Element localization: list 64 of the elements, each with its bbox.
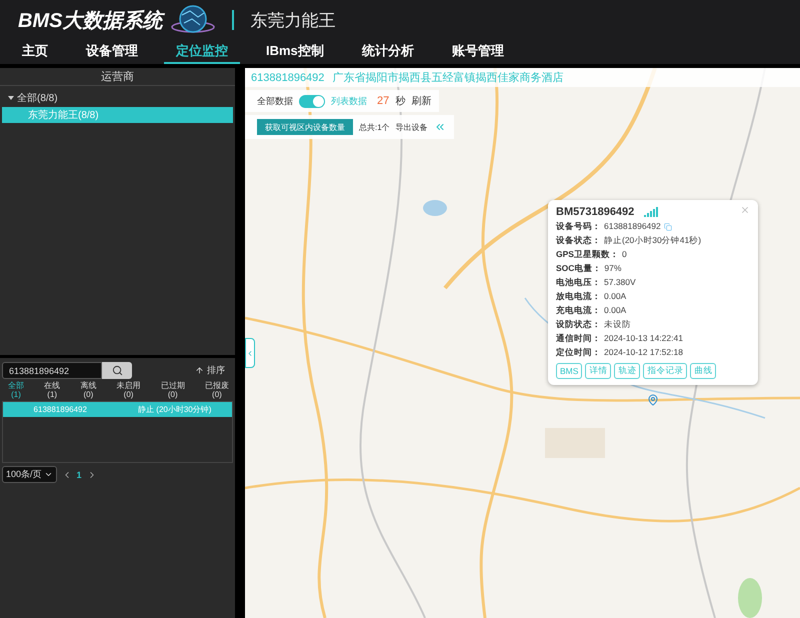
- data-toggle[interactable]: [299, 94, 325, 108]
- search-icon: [112, 365, 122, 376]
- nav-tab[interactable]: 账号管理: [440, 40, 516, 64]
- search-field[interactable]: 613881896492: [2, 362, 102, 379]
- status-filter[interactable]: 在线 (1): [44, 381, 60, 399]
- company-name: 东莞力能王: [250, 10, 336, 32]
- chevron-down-icon: [44, 470, 53, 479]
- field-label: SOC电量：: [556, 263, 602, 274]
- field-label: 充电电流：: [556, 305, 601, 316]
- field-value: 0: [622, 249, 627, 260]
- status-filter[interactable]: 未启用 (0): [116, 381, 141, 399]
- nav-tab[interactable]: 定位监控: [164, 40, 240, 64]
- nav-tab[interactable]: 设备管理: [74, 40, 150, 64]
- collapse-handle[interactable]: [245, 338, 255, 368]
- countdown: 27: [377, 95, 390, 107]
- chevron-left-icon: [246, 348, 254, 358]
- field-value: 未设防: [604, 319, 631, 330]
- field-value: 613881896492: [604, 221, 661, 232]
- field-value: 0.00A: [604, 305, 626, 316]
- field-label: 定位时间：: [556, 347, 601, 358]
- refresh-link[interactable]: 刷新: [411, 94, 432, 108]
- signal-icon: [644, 207, 658, 217]
- device-address: 广东省揭阳市揭西县五经富镇揭西佳家商务酒店: [332, 70, 564, 85]
- location-pin-icon[interactable]: [647, 394, 659, 406]
- field-label: 设防状态：: [556, 319, 601, 330]
- arrow-up-icon: [195, 366, 204, 375]
- total-count: 总共:1个: [359, 122, 390, 132]
- status-filter[interactable]: 已过期 (0): [160, 381, 185, 399]
- collapse-icon[interactable]: [434, 121, 446, 133]
- nav-tab[interactable]: 统计分析: [350, 40, 426, 64]
- panel-title: 运营商: [0, 68, 235, 86]
- field-value: 97%: [604, 263, 622, 274]
- status-filter[interactable]: 离线 (0): [80, 381, 96, 399]
- page-size-select[interactable]: 100条/页: [2, 466, 57, 483]
- close-button[interactable]: [740, 205, 750, 215]
- countdown-unit: 秒: [395, 94, 406, 108]
- nav-tab[interactable]: 主页: [10, 40, 60, 64]
- device-number: 613881896492: [251, 72, 324, 84]
- field-value: 静止(20小时30分钟41秒): [604, 235, 702, 246]
- field-value: 2024-10-13 14:22:41: [604, 333, 683, 344]
- page-number[interactable]: 1: [76, 470, 82, 480]
- field-label: 设备状态：: [556, 235, 601, 246]
- popup-title: BM5731896492: [556, 206, 634, 218]
- sort-button[interactable]: 排序: [195, 364, 225, 377]
- field-label: 放电电流：: [556, 291, 601, 302]
- app-title: BMS大数据系统: [18, 6, 162, 34]
- field-label: 设备号码：: [556, 221, 601, 232]
- field-value: 0.00A: [604, 291, 626, 302]
- search-button[interactable]: [102, 362, 132, 379]
- status-filter[interactable]: 已报废 (0): [204, 381, 229, 399]
- status-filter[interactable]: 全部 (1): [8, 381, 24, 399]
- caret-icon: [8, 96, 14, 100]
- field-label: GPS卫星颗数：: [556, 249, 619, 260]
- toggle-label: 全部数据: [257, 94, 293, 108]
- toggle-label: 列表数据: [331, 94, 367, 108]
- close-icon: [740, 205, 750, 215]
- field-label: 通信时间：: [556, 333, 601, 344]
- export-button[interactable]: 导出设备: [396, 122, 428, 132]
- tree-item[interactable]: 全部(8/8): [2, 90, 233, 106]
- nav-tab[interactable]: IBms控制: [254, 40, 336, 64]
- field-value: 2024-10-12 17:52:18: [604, 347, 683, 358]
- field-label: 电池电压：: [556, 277, 601, 288]
- copy-icon[interactable]: [664, 222, 672, 230]
- field-value: 57.380V: [604, 277, 636, 288]
